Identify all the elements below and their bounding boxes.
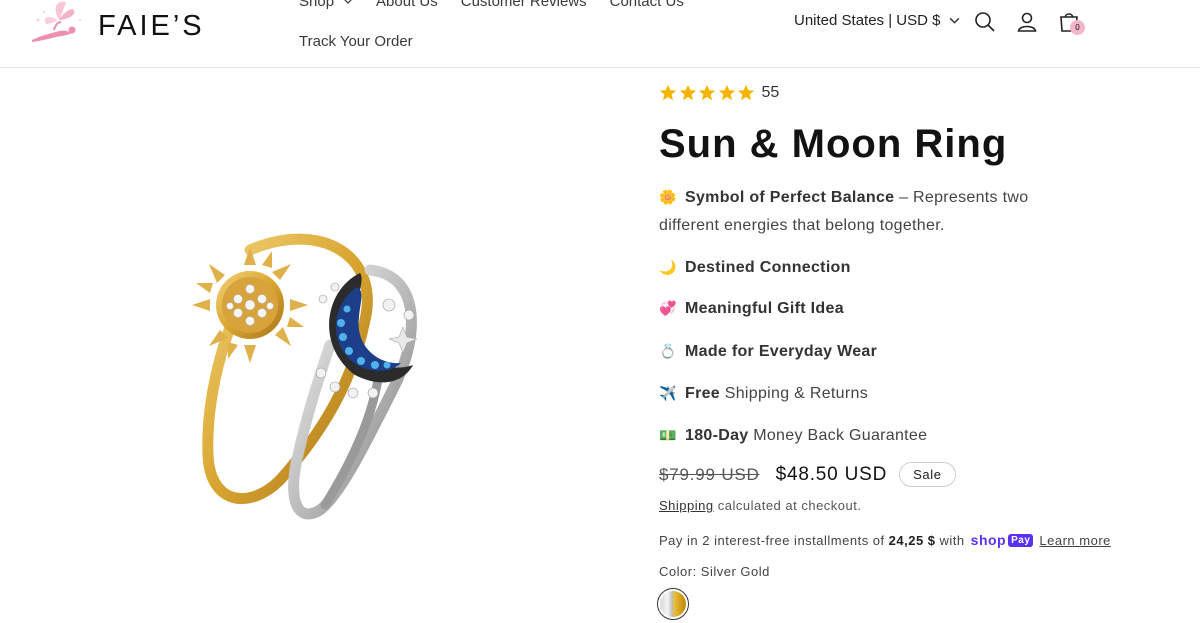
feature-bold: Symbol of Perfect Balance <box>685 189 895 206</box>
installments-with: with <box>939 532 965 548</box>
locale-selector[interactable]: United States | USD $ <box>794 12 960 29</box>
main-nav: Shop About Us Customer Reviews Contact U… <box>299 0 707 11</box>
feature-guarantee: 💵 180-Day Money Back Guarantee <box>659 421 927 450</box>
nav-item-label: Shop <box>299 0 335 10</box>
site-header: FAIE’S Shop About Us Customer Reviews Co… <box>0 0 1200 68</box>
learn-more-link[interactable]: Learn more <box>1039 533 1110 548</box>
feature-bold: Free <box>685 385 720 402</box>
price-row: $79.99 USD $48.50 USD Sale <box>659 462 956 487</box>
nav-item-label: Contact Us <box>609 0 684 10</box>
color-label: Color: Silver Gold <box>659 564 770 579</box>
installments-amount: 24,25 $ <box>888 532 936 548</box>
sale-badge: Sale <box>899 462 956 487</box>
feature-balance: 🌼 Symbol of Perfect Balance – Represents … <box>659 183 1059 240</box>
feature-bold: Meaningful Gift Idea <box>685 300 844 317</box>
account-icon[interactable] <box>1015 10 1039 34</box>
chevron-down-icon <box>950 17 960 24</box>
star-icon <box>679 84 696 101</box>
nav-item-label: About Us <box>376 0 438 10</box>
shipping-link[interactable]: Shipping <box>659 498 714 513</box>
product-rating[interactable]: 55 <box>659 84 779 102</box>
feature-text: Shipping & Returns <box>720 385 869 402</box>
shipping-note-text: calculated at checkout. <box>717 498 862 513</box>
feature-everyday: 💍 Made for Everyday Wear <box>659 337 877 366</box>
search-icon[interactable] <box>973 10 997 34</box>
star-icon <box>718 84 735 101</box>
feature-bold: Destined Connection <box>685 259 851 276</box>
chevron-down-icon <box>344 0 352 4</box>
color-swatch-silver-gold[interactable] <box>657 588 689 620</box>
shoppay-shop-text: shop <box>970 532 1007 548</box>
fairy-logo-icon <box>32 1 81 42</box>
ring-icon: 💍 <box>659 343 677 359</box>
shipping-note: Shipping calculated at checkout. <box>659 498 861 513</box>
logo-text: FAIE’S <box>98 9 205 42</box>
feature-shipping: ✈️ Free Shipping & Returns <box>659 379 868 408</box>
nav-item-track-order[interactable]: Track Your Order <box>299 33 413 50</box>
logo[interactable]: FAIE’S <box>28 0 205 48</box>
money-icon: 💵 <box>659 427 677 443</box>
star-icon <box>698 84 716 101</box>
star-icon <box>737 84 755 101</box>
sale-price: $48.50 USD <box>775 463 888 485</box>
hearts-icon: 💞 <box>659 300 677 316</box>
rating-count: 55 <box>761 84 780 101</box>
product-image[interactable] <box>180 225 430 520</box>
nav-item-contact-us[interactable]: Contact Us <box>610 0 684 11</box>
nav-item-customer-reviews[interactable]: Customer Reviews <box>461 0 587 11</box>
shoppay-logo: shop Pay <box>971 532 1034 548</box>
shoppay-pay-text: Pay <box>1008 533 1034 547</box>
feature-gift: 💞 Meaningful Gift Idea <box>659 294 844 323</box>
nav-item-about-us[interactable]: About Us <box>376 0 438 11</box>
nav-item-label: Customer Reviews <box>460 0 587 10</box>
installments-text: Pay in 2 interest-free installments of <box>659 532 885 548</box>
feature-bold: Made for Everyday Wear <box>685 343 878 360</box>
nav-item-shop[interactable]: Shop <box>299 0 353 11</box>
flower-icon: 🌼 <box>659 189 677 205</box>
feature-text: Money Back Guarantee <box>748 427 928 444</box>
locale-label: United States | USD $ <box>794 12 941 29</box>
star-icon <box>659 84 677 101</box>
moon-icon: 🌙 <box>659 259 677 275</box>
airplane-icon: ✈️ <box>659 385 677 401</box>
product-title: Sun & Moon Ring <box>659 122 1008 166</box>
swatch-fill <box>660 591 686 617</box>
installments-note: Pay in 2 interest-free installments of 2… <box>659 532 1111 548</box>
cart-count-badge: 0 <box>1070 20 1085 35</box>
feature-destined: 🌙 Destined Connection <box>659 253 851 282</box>
feature-bold: 180-Day <box>685 427 749 444</box>
compare-price: $79.99 USD <box>659 464 760 484</box>
